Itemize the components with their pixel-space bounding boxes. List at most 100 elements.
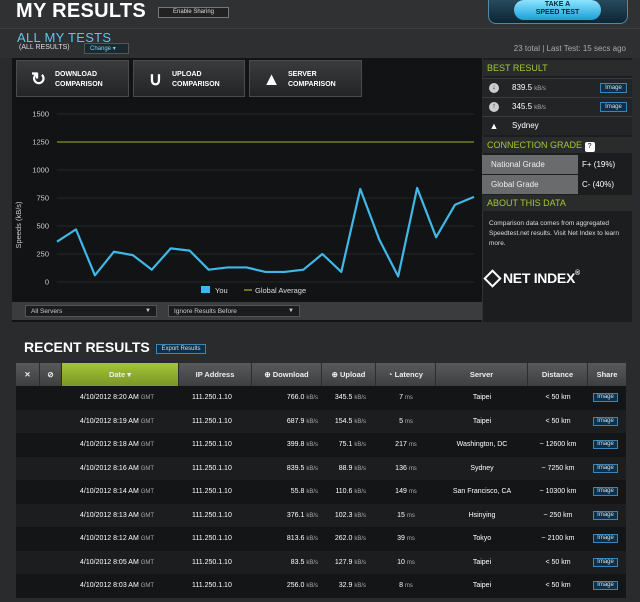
cell-latency: 217 bbox=[395, 441, 407, 448]
delete-column-icon[interactable]: ✕ bbox=[16, 363, 40, 386]
cell-distance: ~ 12600 km bbox=[539, 441, 577, 448]
cell-date: 4/10/2012 8:03 AM bbox=[80, 582, 139, 589]
cell-ip: 111.250.1.10 bbox=[192, 464, 232, 472]
share-image-button[interactable]: Image bbox=[593, 581, 618, 590]
y-tick-label: 1500 bbox=[32, 110, 49, 119]
column-date[interactable]: Date ▾ bbox=[62, 363, 179, 386]
cell-upload: 32.9 bbox=[338, 582, 353, 589]
cell-download: 55.8 bbox=[290, 488, 305, 495]
table-row[interactable]: 4/10/2012 8:19 AM GMT 111.250.1.10 687.9 k… bbox=[16, 409, 626, 433]
unit: ms bbox=[408, 442, 417, 448]
ignore-before-select[interactable]: Ignore Results Before ▼ bbox=[168, 305, 300, 317]
legend-swatch-you bbox=[201, 286, 210, 293]
tab-server-comparison[interactable]: ▲ SERVER COMPARISON bbox=[249, 60, 362, 97]
share-image-button[interactable]: Image bbox=[593, 557, 618, 567]
cell-latency: 149 bbox=[395, 488, 407, 495]
share-image-button[interactable]: Image bbox=[593, 393, 618, 402]
share-image-button[interactable]: Image bbox=[593, 416, 618, 426]
change-filter-button[interactable]: Change ▾ bbox=[84, 43, 129, 54]
unit: kB/s bbox=[354, 395, 366, 401]
attach-column-icon[interactable]: ⊘ bbox=[40, 363, 62, 386]
tab-upload-comparison[interactable]: ∪ UPLOAD COMPARISON bbox=[133, 60, 245, 97]
unit: kB/s bbox=[354, 536, 366, 542]
enable-sharing-toggle[interactable]: Enable Sharing bbox=[158, 7, 229, 18]
column-ip[interactable]: IP Address bbox=[179, 363, 252, 386]
unit: kB/s bbox=[354, 418, 366, 425]
table-row[interactable]: 4/10/2012 8:20 AM GMT 111.250.1.10 766.0 k… bbox=[16, 386, 626, 410]
cell-latency: 8 bbox=[399, 582, 403, 589]
unit: kB/s bbox=[306, 418, 318, 425]
best-result-heading: BEST RESULT bbox=[482, 60, 632, 76]
cell-tz: GMT bbox=[140, 442, 155, 448]
tab-download-comparison[interactable]: ↻ DOWNLOAD COMPARISON bbox=[16, 60, 129, 97]
cell-tz: GMT bbox=[140, 536, 155, 542]
cell-tz: GMT bbox=[140, 395, 155, 401]
table-row[interactable]: 4/10/2012 8:13 AM GMT 111.250.1.10 376.1 k… bbox=[16, 503, 626, 527]
unit: ms bbox=[406, 512, 415, 519]
export-results-button[interactable]: Export Results bbox=[156, 344, 206, 354]
cell-upload: 102.3 bbox=[334, 511, 353, 519]
share-image-button[interactable]: Image bbox=[593, 487, 618, 496]
unit: kB/s bbox=[354, 442, 366, 448]
help-icon[interactable]: ? bbox=[584, 142, 595, 152]
national-grade-label: National Grade bbox=[482, 155, 578, 174]
cell-distance: ~ 250 km bbox=[543, 511, 573, 519]
unit: kB/s bbox=[306, 512, 318, 519]
share-image-button[interactable]: Image bbox=[593, 510, 618, 520]
cell-download: 376.1 bbox=[286, 511, 305, 519]
national-grade-row: National Grade F+ (19%) bbox=[482, 155, 632, 174]
change-label: Change bbox=[90, 46, 112, 52]
column-download[interactable]: ⊕ Download bbox=[252, 363, 322, 386]
table-row[interactable]: 4/10/2012 8:16 AM GMT 111.250.1.10 839.5 k… bbox=[16, 456, 626, 480]
table-row[interactable]: 4/10/2012 8:03 AM GMT 111.250.1.10 256.0 k… bbox=[16, 574, 626, 598]
column-share[interactable]: Share bbox=[588, 363, 626, 386]
column-upload-label: Upload bbox=[339, 370, 366, 379]
column-upload[interactable]: ⊕ Upload bbox=[322, 363, 376, 386]
cell-ip: 111.250.1.10 bbox=[192, 394, 232, 401]
unit: ms bbox=[406, 559, 415, 566]
cell-upload: 262.0 bbox=[334, 535, 353, 542]
speed-chart: Speeds (kB/s) 0 250 500 750 1000 1250 1500 You… bbox=[14, 110, 475, 295]
best-server-value: Sydney bbox=[512, 121, 539, 130]
chevron-down-icon: ▼ bbox=[288, 308, 294, 314]
column-distance[interactable]: Distance bbox=[528, 363, 588, 386]
share-image-button[interactable]: Image bbox=[593, 463, 618, 473]
servers-select[interactable]: All Servers ▼ bbox=[25, 305, 157, 317]
cell-upload: 127.9 bbox=[334, 558, 353, 566]
take-speed-test-button[interactable]: TAKE A SPEED TEST bbox=[514, 0, 601, 20]
net-index-logo[interactable]: NET INDEX® bbox=[483, 269, 580, 288]
cell-download: 687.9 bbox=[286, 417, 305, 425]
unit: kB/s bbox=[354, 583, 366, 589]
table-row[interactable]: 4/10/2012 8:14 AM GMT 111.250.1.10 55.8 kB… bbox=[16, 480, 626, 504]
ignore-select-value: Ignore Results Before bbox=[174, 308, 237, 315]
share-image-button[interactable]: Image bbox=[593, 440, 618, 449]
cell-ip: 111.250.1.10 bbox=[192, 558, 232, 566]
cell-latency: 39 bbox=[397, 535, 405, 542]
unit: kB/s bbox=[306, 489, 318, 495]
cell-server: Taipei bbox=[472, 582, 492, 589]
column-date-label: Date bbox=[108, 370, 126, 379]
column-latency[interactable]: ◔ Latency bbox=[376, 363, 436, 386]
cell-distance: < 50 km bbox=[545, 417, 571, 425]
cell-download: 256.0 bbox=[286, 582, 305, 589]
global-grade-row: Global Grade C- (40%) bbox=[482, 175, 632, 194]
unit: kB/s bbox=[306, 536, 318, 542]
cell-tz: GMT bbox=[140, 489, 155, 495]
cell-distance: ~ 10300 km bbox=[539, 488, 577, 495]
unit: ms bbox=[408, 465, 417, 472]
unit: kB/s bbox=[306, 395, 318, 401]
best-download-image-button[interactable]: Image bbox=[600, 83, 627, 93]
cell-date: 4/10/2012 8:19 AM bbox=[80, 417, 139, 425]
column-server[interactable]: Server bbox=[436, 363, 528, 386]
best-upload-image-button[interactable]: Image bbox=[600, 102, 627, 112]
cell-date: 4/10/2012 8:16 AM bbox=[80, 464, 139, 472]
servers-select-value: All Servers bbox=[31, 308, 63, 315]
cell-ip: 111.250.1.10 bbox=[192, 488, 232, 495]
upload-icon: ↑ bbox=[489, 102, 499, 112]
unit: ms bbox=[406, 536, 415, 542]
share-image-button[interactable]: Image bbox=[593, 534, 618, 543]
cell-server: Sydney bbox=[470, 464, 494, 472]
table-row[interactable]: 4/10/2012 8:05 AM GMT 111.250.1.10 83.5 kB… bbox=[16, 550, 626, 574]
table-row[interactable]: 4/10/2012 8:18 AM GMT 111.250.1.10 399.8 k… bbox=[16, 433, 626, 457]
table-row[interactable]: 4/10/2012 8:12 AM GMT 111.250.1.10 813.6 k… bbox=[16, 527, 626, 551]
